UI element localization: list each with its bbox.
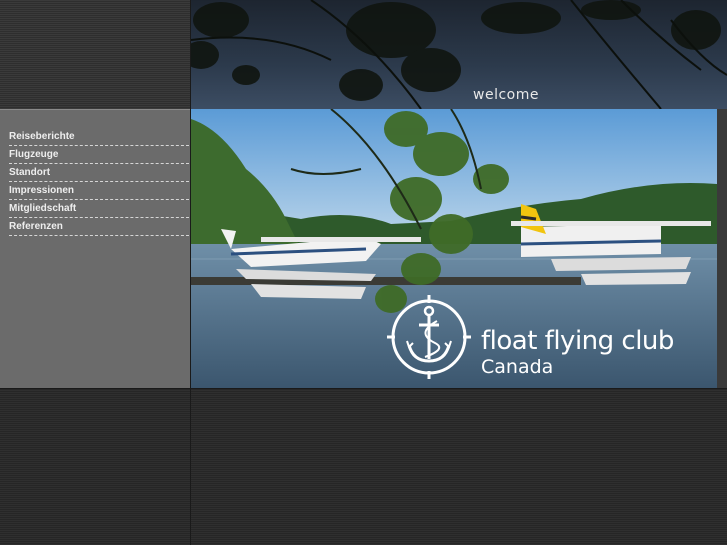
page: Reiseberichte Flugzeuge Standort Impress… — [0, 0, 727, 545]
left-header-panel — [0, 0, 190, 109]
brand-name: float flying club — [481, 326, 674, 356]
nav-item-standort[interactable]: Standort — [9, 164, 189, 182]
left-footer-panel — [0, 388, 190, 545]
nav-item-impressionen[interactable]: Impressionen — [9, 182, 189, 200]
nav-list: Reiseberichte Flugzeuge Standort Impress… — [0, 110, 190, 236]
brand-country: Canada — [481, 356, 554, 378]
header-photo: welcome — [191, 0, 727, 109]
content-area — [191, 388, 727, 545]
nav-item-reiseberichte[interactable]: Reiseberichte — [9, 128, 189, 146]
hero-photo: float flying club Canada — [191, 109, 717, 388]
nav-item-flugzeuge[interactable]: Flugzeuge — [9, 146, 189, 164]
branches-silhouette — [191, 0, 727, 109]
nav-item-referenzen[interactable]: Referenzen — [9, 218, 189, 236]
main-navigation: Reiseberichte Flugzeuge Standort Impress… — [0, 109, 190, 388]
welcome-heading: welcome — [473, 87, 539, 103]
hero-edge — [717, 109, 727, 388]
nav-item-mitgliedschaft[interactable]: Mitgliedschaft — [9, 200, 189, 218]
